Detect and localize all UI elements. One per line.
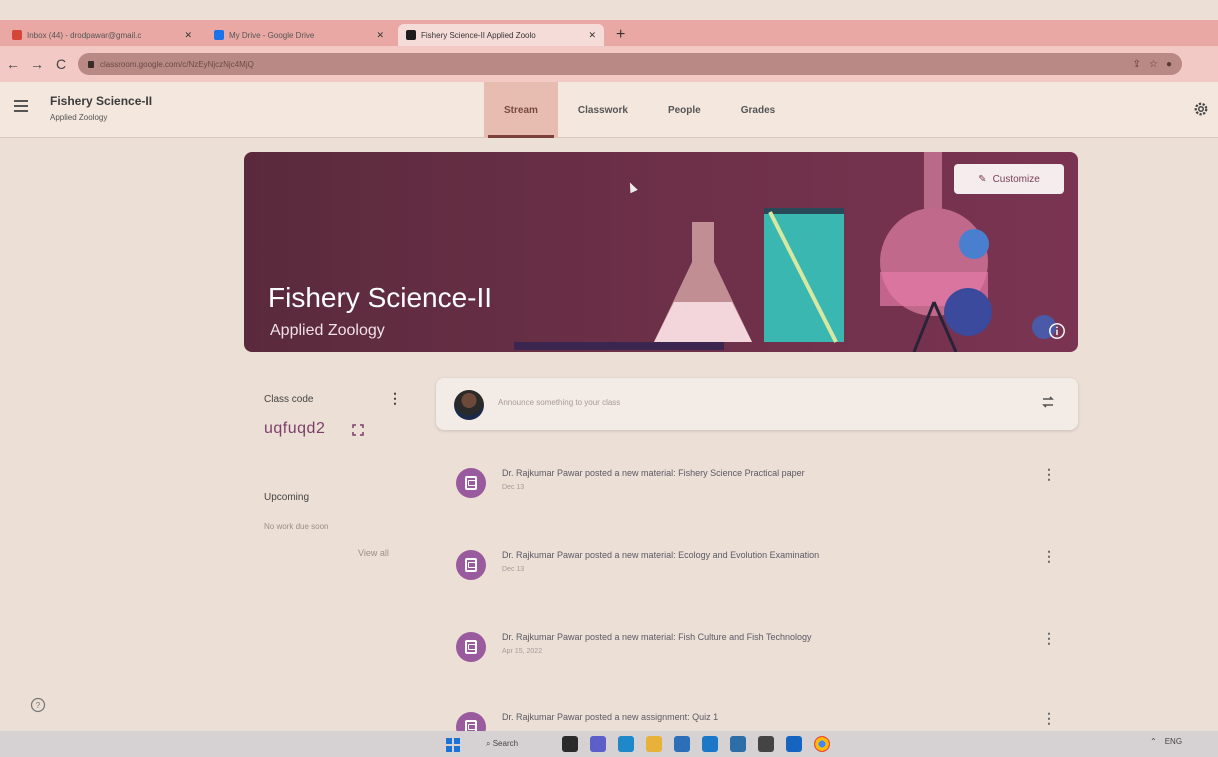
upcoming-card: Upcoming No work due soon View all <box>248 478 406 568</box>
post-date: Dec 13 <box>502 566 525 573</box>
post-title: Dr. Rajkumar Pawar posted a new assignme… <box>502 712 719 722</box>
new-tab-button[interactable]: + <box>610 26 631 46</box>
tab-classwork[interactable]: Classwork <box>558 82 648 138</box>
post-title: Dr. Rajkumar Pawar posted a new material… <box>502 550 820 560</box>
chrome-icon[interactable] <box>814 736 830 752</box>
extensions-area: ⇪ ☆ ● <box>1133 59 1172 70</box>
info-icon[interactable] <box>1048 322 1066 340</box>
share-icon[interactable]: ⇪ <box>1133 59 1141 70</box>
stream-post[interactable]: Dr. Rajkumar Pawar posted a new assignme… <box>436 700 1078 731</box>
close-icon[interactable]: ✕ <box>376 30 384 41</box>
close-icon[interactable]: ✕ <box>184 30 192 41</box>
avatar <box>454 390 484 420</box>
tab-title: Fishery Science-II Applied Zoolo <box>421 30 536 40</box>
material-icon <box>456 468 486 498</box>
photos-icon[interactable] <box>730 736 746 752</box>
more-vert-icon[interactable]: ⋮ <box>388 390 402 407</box>
class-banner: Fishery Science-II Applied Zoology ✎ Cus… <box>244 152 1078 352</box>
outlook-icon[interactable] <box>786 736 802 752</box>
edge-icon[interactable] <box>618 736 634 752</box>
task-view-icon[interactable] <box>562 736 578 752</box>
class-title[interactable]: Fishery Science-II <box>50 94 152 108</box>
store-icon[interactable] <box>674 736 690 752</box>
browser-tab-gmail[interactable]: Inbox (44) - drodpawar@gmail.c ✕ <box>4 24 200 46</box>
gear-icon[interactable] <box>1192 100 1210 118</box>
repost-icon[interactable] <box>1040 394 1056 410</box>
upcoming-empty-text: No work due soon <box>264 522 329 531</box>
browser-tab-drive[interactable]: My Drive - Google Drive ✕ <box>206 24 392 46</box>
banner-subtitle: Applied Zoology <box>270 322 385 339</box>
language-indicator[interactable]: ENG <box>1165 737 1182 746</box>
camera-icon[interactable] <box>758 736 774 752</box>
customize-button[interactable]: ✎ Customize <box>954 164 1064 194</box>
classroom-header: Fishery Science-II Applied Zoology Strea… <box>0 82 1218 138</box>
class-subtitle: Applied Zoology <box>50 113 108 122</box>
reload-button[interactable]: C <box>54 56 68 72</box>
material-icon <box>456 550 486 580</box>
main-menu-icon[interactable] <box>14 100 28 112</box>
banner-title: Fishery Science-II <box>268 282 493 313</box>
class-code-label: Class code <box>264 394 314 405</box>
chevron-up-icon[interactable]: ⌃ <box>1150 737 1157 746</box>
tab-title: My Drive - Google Drive <box>229 30 315 40</box>
tab-stream[interactable]: Stream <box>484 82 558 138</box>
back-button[interactable]: ← <box>6 56 20 72</box>
gmail-icon <box>12 30 22 40</box>
windows-start-icon[interactable] <box>446 738 460 752</box>
forward-button[interactable]: → <box>30 56 44 72</box>
os-taskbar: ⌕ Search ⌃ ENG <box>0 731 1218 757</box>
post-title: Dr. Rajkumar Pawar posted a new material… <box>502 468 805 478</box>
more-vert-icon[interactable]: ⋮ <box>1042 548 1056 565</box>
post-title: Dr. Rajkumar Pawar posted a new material… <box>502 632 812 642</box>
lock-icon <box>88 60 94 68</box>
taskbar-search-label: Search <box>492 739 519 748</box>
fullscreen-icon[interactable] <box>352 424 364 436</box>
announce-box[interactable]: Announce something to your class <box>436 378 1078 430</box>
pencil-icon: ✎ <box>978 173 987 185</box>
system-tray: ⌃ ENG <box>1150 737 1182 746</box>
announce-placeholder: Announce something to your class <box>498 398 621 407</box>
stream-post[interactable]: Dr. Rajkumar Pawar posted a new material… <box>436 456 1078 520</box>
assignment-icon <box>456 712 486 731</box>
help-icon[interactable]: ? <box>30 697 46 713</box>
stream-post[interactable]: Dr. Rajkumar Pawar posted a new material… <box>436 538 1078 602</box>
more-vert-icon[interactable]: ⋮ <box>1042 710 1056 727</box>
browser-tab-classroom[interactable]: Fishery Science-II Applied Zoolo ✕ <box>398 24 604 46</box>
tab-title: Inbox (44) - drodpawar@gmail.c <box>27 30 142 40</box>
post-date: Dec 13 <box>502 484 525 491</box>
material-icon <box>456 632 486 662</box>
stream-post[interactable]: Dr. Rajkumar Pawar posted a new material… <box>436 620 1078 684</box>
svg-text:?: ? <box>36 701 41 710</box>
profile-icon[interactable]: ● <box>1166 59 1172 70</box>
browser-toolbar: ← → C classroom.google.com/c/NzEyNjczNjc… <box>0 46 1218 82</box>
mail-icon[interactable] <box>702 736 718 752</box>
browser-tab-bar: Inbox (44) - drodpawar@gmail.c ✕ My Driv… <box>0 20 1218 46</box>
class-code-value: uqfuqd2 <box>264 420 326 437</box>
view-all-link[interactable]: View all <box>358 548 389 558</box>
address-bar[interactable]: classroom.google.com/c/NzEyNjczNjc4MjQ ⇪… <box>78 53 1182 75</box>
taskbar-apps <box>562 736 830 752</box>
tab-grades[interactable]: Grades <box>721 82 795 138</box>
class-code-card: Class code ⋮ uqfuqd2 <box>248 376 406 458</box>
more-vert-icon[interactable]: ⋮ <box>1042 466 1056 483</box>
classroom-icon <box>406 30 416 40</box>
close-icon[interactable]: ✕ <box>588 30 596 41</box>
chat-icon[interactable] <box>590 736 606 752</box>
upcoming-title: Upcoming <box>264 492 310 503</box>
url-text: classroom.google.com/c/NzEyNjczNjc4MjQ <box>100 59 254 69</box>
file-explorer-icon[interactable] <box>646 736 662 752</box>
star-icon[interactable]: ☆ <box>1149 59 1158 70</box>
more-vert-icon[interactable]: ⋮ <box>1042 630 1056 647</box>
customize-label: Customize <box>992 173 1040 185</box>
taskbar-search[interactable]: ⌕ Search <box>486 739 518 749</box>
post-date: Apr 15, 2022 <box>502 648 543 655</box>
drive-icon <box>214 30 224 40</box>
class-nav-tabs: Stream Classwork People Grades <box>484 82 795 138</box>
tab-people[interactable]: People <box>648 82 721 138</box>
